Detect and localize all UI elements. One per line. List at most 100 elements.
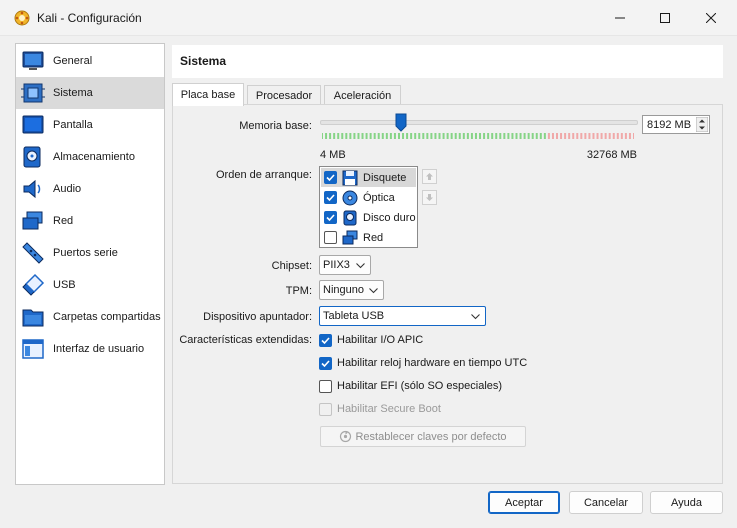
- sidebar-item-pantalla[interactable]: Pantalla: [16, 109, 164, 141]
- tpm-select[interactable]: Ninguno: [319, 280, 384, 300]
- optical-disc-icon: [342, 190, 358, 205]
- pointing-device-label: Dispositivo apuntador:: [203, 311, 312, 323]
- memory-min-label: 4 MB: [320, 149, 346, 161]
- memory-slider-thumb[interactable]: [395, 113, 407, 132]
- title-bar: Kali - Configuración: [0, 0, 737, 36]
- checkbox[interactable]: [319, 356, 332, 370]
- check-icon: [321, 359, 330, 367]
- option-label: Habilitar I/O APIC: [337, 334, 424, 346]
- sidebar-item-interfaz-de-usuario[interactable]: Interfaz de usuario: [16, 333, 164, 365]
- sidebar-item-sistema[interactable]: Sistema: [16, 77, 164, 109]
- boot-item-disquete[interactable]: Disquete: [321, 168, 416, 187]
- checkbox[interactable]: [319, 379, 332, 393]
- cancel-button[interactable]: Cancelar: [569, 491, 643, 514]
- memory-slider-track[interactable]: [320, 120, 638, 125]
- boot-item-label: Disquete: [363, 171, 407, 184]
- general-icon: [22, 51, 44, 70]
- checkbox: [319, 402, 332, 416]
- checkbox[interactable]: [324, 191, 337, 204]
- sidebar-item-label: Pantalla: [53, 119, 93, 131]
- sidebar-item-label: USB: [53, 279, 76, 291]
- checkbox[interactable]: [324, 171, 337, 184]
- chipset-select[interactable]: PIIX3: [319, 255, 371, 275]
- option-utc-clock[interactable]: Habilitar reloj hardware en tiempo UTC: [319, 355, 527, 371]
- accept-button[interactable]: Aceptar: [488, 491, 560, 514]
- sidebar-item-label: Almacenamiento: [53, 151, 135, 163]
- checkbox[interactable]: [324, 211, 337, 224]
- close-button[interactable]: [688, 0, 734, 36]
- check-icon: [326, 174, 335, 182]
- help-button[interactable]: Ayuda: [650, 491, 723, 514]
- boot-order-label: Orden de arranque:: [215, 169, 312, 181]
- boot-item-red[interactable]: Red: [321, 228, 416, 247]
- chipset-label: Chipset:: [271, 260, 312, 272]
- memory-value: 8192 MB: [647, 119, 692, 131]
- maximize-button[interactable]: [642, 0, 688, 36]
- serial-ports-icon: [22, 242, 44, 264]
- maximize-icon: [660, 13, 670, 23]
- reset-icon: [340, 430, 352, 443]
- storage-icon: [23, 146, 41, 168]
- memory-max-label: 32768 MB: [586, 149, 637, 161]
- sidebar-item-almacenamiento[interactable]: Almacenamiento: [16, 141, 164, 173]
- reset-keys-label: Restablecer claves por defecto: [355, 430, 507, 443]
- display-icon: [22, 115, 44, 134]
- sidebar-item-red[interactable]: Red: [16, 205, 164, 237]
- chevron-down-icon: [356, 263, 365, 269]
- minimize-icon: [615, 17, 625, 19]
- usb-icon: [22, 273, 45, 296]
- boot-move-down-button[interactable]: [422, 190, 437, 205]
- sidebar-item-label: General: [53, 55, 93, 67]
- option-secure-boot: Habilitar Secure Boot: [319, 401, 441, 417]
- boot-move-up-button[interactable]: [422, 169, 437, 184]
- sidebar-item-label: Audio: [53, 183, 82, 195]
- pointing-device-value: Tableta USB: [323, 310, 385, 322]
- boot-item-disco-duro[interactable]: Disco duro: [321, 208, 416, 227]
- minimize-button[interactable]: [597, 0, 643, 36]
- arrow-down-icon: [426, 194, 433, 201]
- network-icon: [22, 211, 43, 230]
- boot-item-label: Disco duro: [363, 211, 416, 224]
- checkbox[interactable]: [324, 231, 337, 244]
- option-label: Habilitar Secure Boot: [337, 403, 441, 415]
- sidebar-item-audio[interactable]: Audio: [16, 173, 164, 205]
- check-icon: [326, 214, 335, 222]
- reset-keys-button: Restablecer claves por defecto: [320, 426, 526, 447]
- hard-disk-icon: [343, 210, 357, 225]
- sidebar-item-general[interactable]: General: [16, 45, 164, 77]
- spin-arrows-icon[interactable]: [696, 117, 708, 132]
- chipset-value: PIIX3: [323, 259, 350, 271]
- tab-placa-base[interactable]: Placa base: [172, 83, 244, 106]
- check-icon: [326, 194, 335, 202]
- option-efi[interactable]: Habilitar EFI (sólo SO especiales): [319, 378, 502, 394]
- network-boot-icon: [342, 230, 358, 244]
- tpm-label: TPM:: [285, 285, 312, 297]
- virtualbox-app-icon: [14, 10, 30, 26]
- boot-item-optica[interactable]: Óptica: [321, 188, 416, 207]
- memory-spinbox[interactable]: 8192 MB: [642, 115, 710, 134]
- tab-procesador[interactable]: Procesador: [247, 85, 321, 105]
- boot-order-list: Disquete Óptica Disco duro Red: [319, 166, 418, 248]
- sidebar-item-label: Red: [53, 215, 74, 227]
- option-label: Habilitar EFI (sólo SO especiales): [337, 380, 503, 392]
- page-title: Sistema: [180, 54, 227, 68]
- extended-features-label: Características extendidas:: [179, 334, 312, 346]
- page-header: Sistema: [172, 45, 723, 78]
- user-interface-icon: [22, 339, 44, 359]
- option-io-apic[interactable]: Habilitar I/O APIC: [319, 332, 423, 348]
- floppy-icon: [342, 170, 358, 185]
- sidebar-item-puertos-serie[interactable]: Puertos serie: [16, 237, 164, 269]
- checkbox[interactable]: [319, 333, 332, 347]
- arrow-up-icon: [426, 173, 433, 180]
- option-label: Habilitar reloj hardware en tiempo UTC: [337, 357, 528, 369]
- sidebar-item-label: Sistema: [53, 87, 93, 99]
- sidebar-item-label: Puertos serie: [53, 247, 118, 259]
- pointing-device-select[interactable]: Tableta USB: [319, 306, 486, 326]
- sidebar-item-usb[interactable]: USB: [16, 269, 164, 301]
- chevron-down-icon: [471, 314, 480, 320]
- settings-sidebar: General Sistema Pantalla Almacenamiento …: [15, 43, 165, 485]
- boot-item-label: Red: [363, 231, 384, 244]
- sidebar-item-carpetas-compartidas[interactable]: Carpetas compartidas: [16, 301, 164, 333]
- sidebar-item-label: Interfaz de usuario: [53, 343, 145, 355]
- tab-aceleracion[interactable]: Aceleración: [324, 85, 401, 105]
